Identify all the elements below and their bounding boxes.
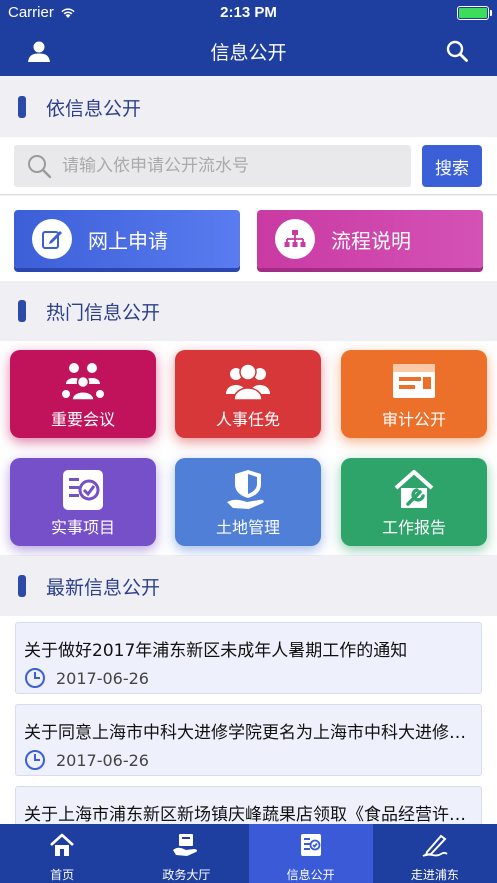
tile-practical-projects[interactable]: 实事项目 <box>10 458 156 546</box>
tile-label: 土地管理 <box>215 518 280 537</box>
serial-number-input[interactable] <box>62 156 402 176</box>
hot-info-grid: 重要会议 人事任免 审计公开 实事项目 土地管理 工作报告 <box>0 341 497 555</box>
search-row: 搜索 <box>0 137 497 195</box>
section-apply: 依信息公开 <box>0 77 497 137</box>
tab-label: 首页 <box>50 868 75 882</box>
battery-icon <box>457 6 492 20</box>
news-date-row: 2017-06-26 <box>24 749 149 771</box>
status-bar: Carrier 2:13 PM <box>0 0 497 26</box>
section-marker <box>18 96 26 118</box>
search-icon <box>28 155 52 179</box>
tile-important-meetings[interactable]: 重要会议 <box>10 350 156 438</box>
personnel-icon <box>175 358 321 406</box>
news-item[interactable]: 关于同意上海市中科大进修学院更名为上海市中科大进修学院的批复 2017-06-2… <box>15 704 482 776</box>
project-icon <box>10 466 156 514</box>
process-guide-label: 流程说明 <box>331 228 411 253</box>
land-icon <box>175 466 321 514</box>
edit-icon <box>32 219 72 259</box>
tab-service-hall[interactable]: 政务大厅 <box>124 824 248 883</box>
tile-label: 工作报告 <box>381 518 446 537</box>
tab-label: 走进浦东 <box>410 868 459 882</box>
section-hot: 热门信息公开 <box>0 281 497 341</box>
news-date-row: 2017-06-26 <box>24 667 149 689</box>
news-item[interactable]: 关于上海市浦东新区新场镇庆峰蔬果店领取《食品经营许可证》的公示 <box>15 786 482 824</box>
section-latest: 最新信息公开 <box>0 556 497 616</box>
report-icon <box>341 466 487 514</box>
online-apply-label: 网上申请 <box>88 228 168 253</box>
tile-label: 重要会议 <box>50 410 115 429</box>
section-title: 依信息公开 <box>46 97 142 120</box>
meeting-icon <box>10 358 156 406</box>
tab-bar: 首页 政务大厅 信息公开 走进浦东 <box>0 824 497 883</box>
battery-level <box>459 8 487 18</box>
section-marker <box>18 300 26 322</box>
news-date: 2017-06-26 <box>56 668 149 688</box>
tile-audit[interactable]: 审计公开 <box>341 350 487 438</box>
org-chart-icon <box>275 219 315 259</box>
news-item[interactable]: 关于做好2017年浦东新区未成年人暑期工作的通知 2017-06-26 <box>15 622 482 694</box>
news-title: 关于做好2017年浦东新区未成年人暑期工作的通知 <box>24 641 408 661</box>
tile-land-management[interactable]: 土地管理 <box>175 458 321 546</box>
latest-news-list: 关于做好2017年浦东新区未成年人暑期工作的通知 2017-06-26 关于同意… <box>0 616 497 824</box>
pen-icon <box>373 832 497 860</box>
service-hall-icon <box>124 832 248 860</box>
news-date: 2017-06-26 <box>56 750 149 770</box>
section-marker <box>18 575 26 597</box>
nav-bar: 信息公开 <box>0 26 497 76</box>
page-title: 信息公开 <box>210 42 287 64</box>
tile-label: 实事项目 <box>50 518 115 537</box>
section-title: 热门信息公开 <box>46 301 161 324</box>
home-icon <box>0 832 124 860</box>
clock-icon <box>25 750 45 770</box>
search-box <box>14 145 411 187</box>
online-apply-button[interactable]: 网上申请 <box>14 210 240 268</box>
clock-icon <box>25 668 45 688</box>
search-submit-button[interactable]: 搜索 <box>422 145 482 187</box>
tab-label: 政务大厅 <box>162 868 211 882</box>
tab-info-public[interactable]: 信息公开 <box>248 824 373 883</box>
tile-work-report[interactable]: 工作报告 <box>341 458 487 546</box>
tab-explore-pudong[interactable]: 走进浦东 <box>373 824 497 883</box>
audit-icon <box>341 358 487 406</box>
action-row: 网上申请 流程说明 <box>0 196 497 284</box>
section-title: 最新信息公开 <box>46 576 161 599</box>
search-icon <box>446 40 468 62</box>
tile-label: 人事任免 <box>215 410 280 429</box>
process-guide-button[interactable]: 流程说明 <box>257 210 483 268</box>
tile-personnel[interactable]: 人事任免 <box>175 350 321 438</box>
info-public-icon <box>249 832 373 860</box>
tab-home[interactable]: 首页 <box>0 824 124 883</box>
search-button[interactable] <box>442 36 472 66</box>
status-time: 2:13 PM <box>220 4 277 21</box>
news-title: 关于同意上海市中科大进修学院更名为上海市中科大进修学院的批复 <box>24 723 476 743</box>
tab-label: 信息公开 <box>286 868 335 882</box>
news-title: 关于上海市浦东新区新场镇庆峰蔬果店领取《食品经营许可证》的公示 <box>24 805 476 824</box>
tile-label: 审计公开 <box>381 410 446 429</box>
